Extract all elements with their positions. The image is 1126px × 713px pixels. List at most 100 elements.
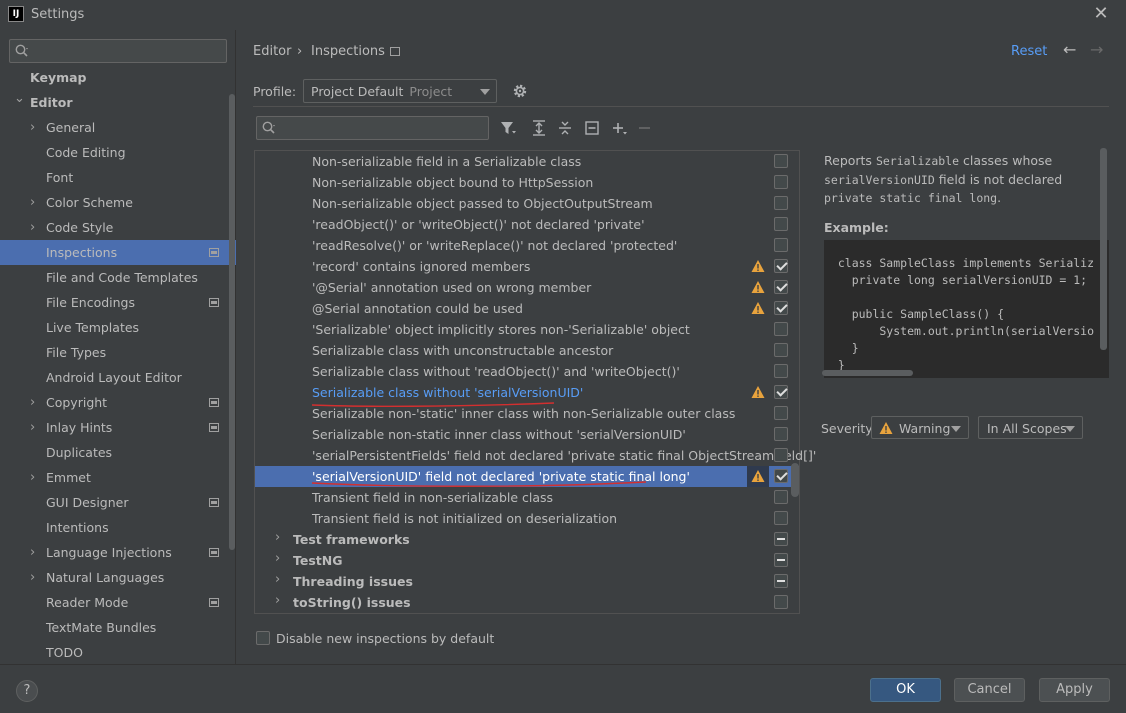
inspection-row[interactable]: Serializable class without 'readObject()… [255, 361, 799, 382]
sidebar-item-todo[interactable]: TODO [0, 640, 236, 665]
inspection-row[interactable]: Non-serializable field in a Serializable… [255, 151, 799, 172]
chevron-right-icon[interactable]: › [30, 215, 35, 240]
sidebar-item-emmet[interactable]: › Emmet [0, 465, 236, 490]
inspection-row[interactable]: Serializable non-static inner class with… [255, 424, 799, 445]
inspection-row[interactable]: Serializable non-'static' inner class wi… [255, 403, 799, 424]
inspection-enabled-checkbox[interactable] [774, 196, 788, 210]
inspection-enabled-checkbox[interactable] [774, 301, 788, 315]
inspection-row[interactable]: 'serialVersionUID' field not declared 'p… [255, 466, 799, 487]
inspection-row[interactable]: 'Serializable' object implicitly stores … [255, 319, 799, 340]
sidebar-item-color-scheme[interactable]: › Color Scheme [0, 190, 236, 215]
code-horizontal-scrollbar[interactable] [822, 370, 913, 376]
sidebar-item-keymap[interactable]: Keymap [0, 65, 236, 90]
chevron-right-icon[interactable]: › [30, 415, 35, 440]
chevron-right-icon[interactable]: › [30, 390, 35, 415]
cancel-button[interactable]: Cancel [954, 678, 1025, 702]
inspection-enabled-checkbox[interactable] [774, 217, 788, 231]
inspection-enabled-checkbox[interactable] [774, 469, 788, 483]
inspection-row[interactable]: @Serial annotation could be used [255, 298, 799, 319]
sidebar-item-file-encodings[interactable]: File Encodings [0, 290, 236, 315]
inspection-row[interactable]: Non-serializable object passed to Object… [255, 193, 799, 214]
sidebar-item-duplicates[interactable]: Duplicates [0, 440, 236, 465]
inspection-enabled-checkbox[interactable] [774, 322, 788, 336]
chevron-right-icon[interactable]: › [30, 190, 35, 215]
inspection-row[interactable]: 'record' contains ignored members [255, 256, 799, 277]
inspection-enabled-checkbox[interactable] [774, 553, 788, 567]
sidebar-item-inspections[interactable]: Inspections [0, 240, 236, 265]
chevron-right-icon[interactable]: › [275, 593, 280, 608]
sidebar-item-general[interactable]: › General [0, 115, 236, 140]
reset-to-default-icon[interactable] [583, 119, 601, 137]
severity-select[interactable]: Warning [871, 416, 969, 439]
ok-button[interactable]: OK [870, 678, 941, 702]
profile-select[interactable]: Project Default Project [303, 79, 497, 103]
inspection-enabled-checkbox[interactable] [774, 280, 788, 294]
chevron-right-icon[interactable]: › [275, 572, 280, 587]
inspection-enabled-checkbox[interactable] [774, 511, 788, 525]
inspection-enabled-checkbox[interactable] [774, 154, 788, 168]
inspection-enabled-checkbox[interactable] [774, 259, 788, 273]
inspection-enabled-checkbox[interactable] [774, 175, 788, 189]
add-icon[interactable] [610, 119, 628, 137]
sidebar-item-editor[interactable]: ⌄ Editor [0, 90, 236, 115]
reset-link[interactable]: Reset [1011, 44, 1047, 59]
sidebar-item-reader-mode[interactable]: Reader Mode [0, 590, 236, 615]
chevron-right-icon[interactable]: › [30, 565, 35, 590]
inspection-row[interactable]: Serializable class without 'serialVersio… [255, 382, 799, 403]
breadcrumb-parent[interactable]: Editor [253, 44, 291, 59]
scope-select[interactable]: In All Scopes [978, 416, 1083, 439]
gear-icon[interactable] [511, 82, 529, 100]
sidebar-item-file-types[interactable]: File Types [0, 340, 236, 365]
description-scrollbar[interactable] [1100, 148, 1107, 350]
sidebar-item-android-layout-editor[interactable]: Android Layout Editor [0, 365, 236, 390]
disable-new-inspections-checkbox[interactable] [256, 631, 270, 645]
inspection-enabled-checkbox[interactable] [774, 448, 788, 462]
inspection-row[interactable]: 'readObject()' or 'writeObject()' not de… [255, 214, 799, 235]
sidebar-item-code-style[interactable]: › Code Style [0, 215, 236, 240]
inspection-enabled-checkbox[interactable] [774, 406, 788, 420]
inspection-enabled-checkbox[interactable] [774, 595, 788, 609]
inspection-group-row[interactable]: › toString() issues [255, 592, 799, 613]
inspection-row[interactable]: Non-serializable object bound to HttpSes… [255, 172, 799, 193]
inspection-enabled-checkbox[interactable] [774, 427, 788, 441]
help-button[interactable]: ? [16, 680, 38, 702]
inspection-row[interactable]: Transient field in non-serializable clas… [255, 487, 799, 508]
sidebar-item-language-injections[interactable]: › Language Injections [0, 540, 236, 565]
sidebar-item-live-templates[interactable]: Live Templates [0, 315, 236, 340]
inspection-group-row[interactable]: › TestNG [255, 550, 799, 571]
chevron-right-icon[interactable]: › [275, 551, 280, 566]
chevron-right-icon[interactable]: › [275, 530, 280, 545]
chevron-right-icon[interactable]: › [30, 540, 35, 565]
apply-button[interactable]: Apply [1039, 678, 1110, 702]
inspection-enabled-checkbox[interactable] [774, 574, 788, 588]
sidebar-scrollbar[interactable] [229, 94, 235, 550]
inspection-row[interactable]: 'serialPersistentFields' field not decla… [255, 445, 816, 466]
sidebar-item-font[interactable]: Font [0, 165, 236, 190]
inspection-enabled-checkbox[interactable] [774, 343, 788, 357]
inspection-row[interactable]: Transient field is not initialized on de… [255, 508, 799, 529]
filter-icon[interactable] [499, 119, 517, 137]
chevron-down-icon[interactable]: ⌄ [14, 86, 25, 111]
sidebar-item-file-and-code-templates[interactable]: File and Code Templates [0, 265, 236, 290]
inspection-enabled-checkbox[interactable] [774, 238, 788, 252]
sidebar-item-inlay-hints[interactable]: › Inlay Hints [0, 415, 236, 440]
inspection-group-row[interactable]: › Threading issues [255, 571, 799, 592]
inspection-group-row[interactable]: › Test frameworks [255, 529, 799, 550]
inspection-row[interactable]: '@Serial' annotation used on wrong membe… [255, 277, 799, 298]
disable-new-inspections-label[interactable]: Disable new inspections by default [276, 631, 494, 646]
inspection-row[interactable]: Serializable class with unconstructable … [255, 340, 799, 361]
collapse-all-icon[interactable] [556, 119, 574, 137]
inspection-row[interactable]: 'readResolve()' or 'writeReplace()' not … [255, 235, 799, 256]
remove-icon[interactable] [636, 119, 654, 137]
chevron-right-icon[interactable]: › [30, 115, 35, 140]
sidebar-item-gui-designer[interactable]: GUI Designer [0, 490, 236, 515]
sidebar-item-intentions[interactable]: Intentions [0, 515, 236, 540]
inspection-enabled-checkbox[interactable] [774, 490, 788, 504]
inspection-enabled-checkbox[interactable] [774, 364, 788, 378]
inspection-enabled-checkbox[interactable] [774, 532, 788, 546]
inspection-search-input[interactable] [256, 116, 489, 140]
settings-search-input[interactable] [9, 39, 227, 63]
inspections-scrollbar[interactable] [791, 463, 799, 497]
sidebar-item-code-editing[interactable]: Code Editing [0, 140, 236, 165]
sidebar-item-copyright[interactable]: › Copyright [0, 390, 236, 415]
